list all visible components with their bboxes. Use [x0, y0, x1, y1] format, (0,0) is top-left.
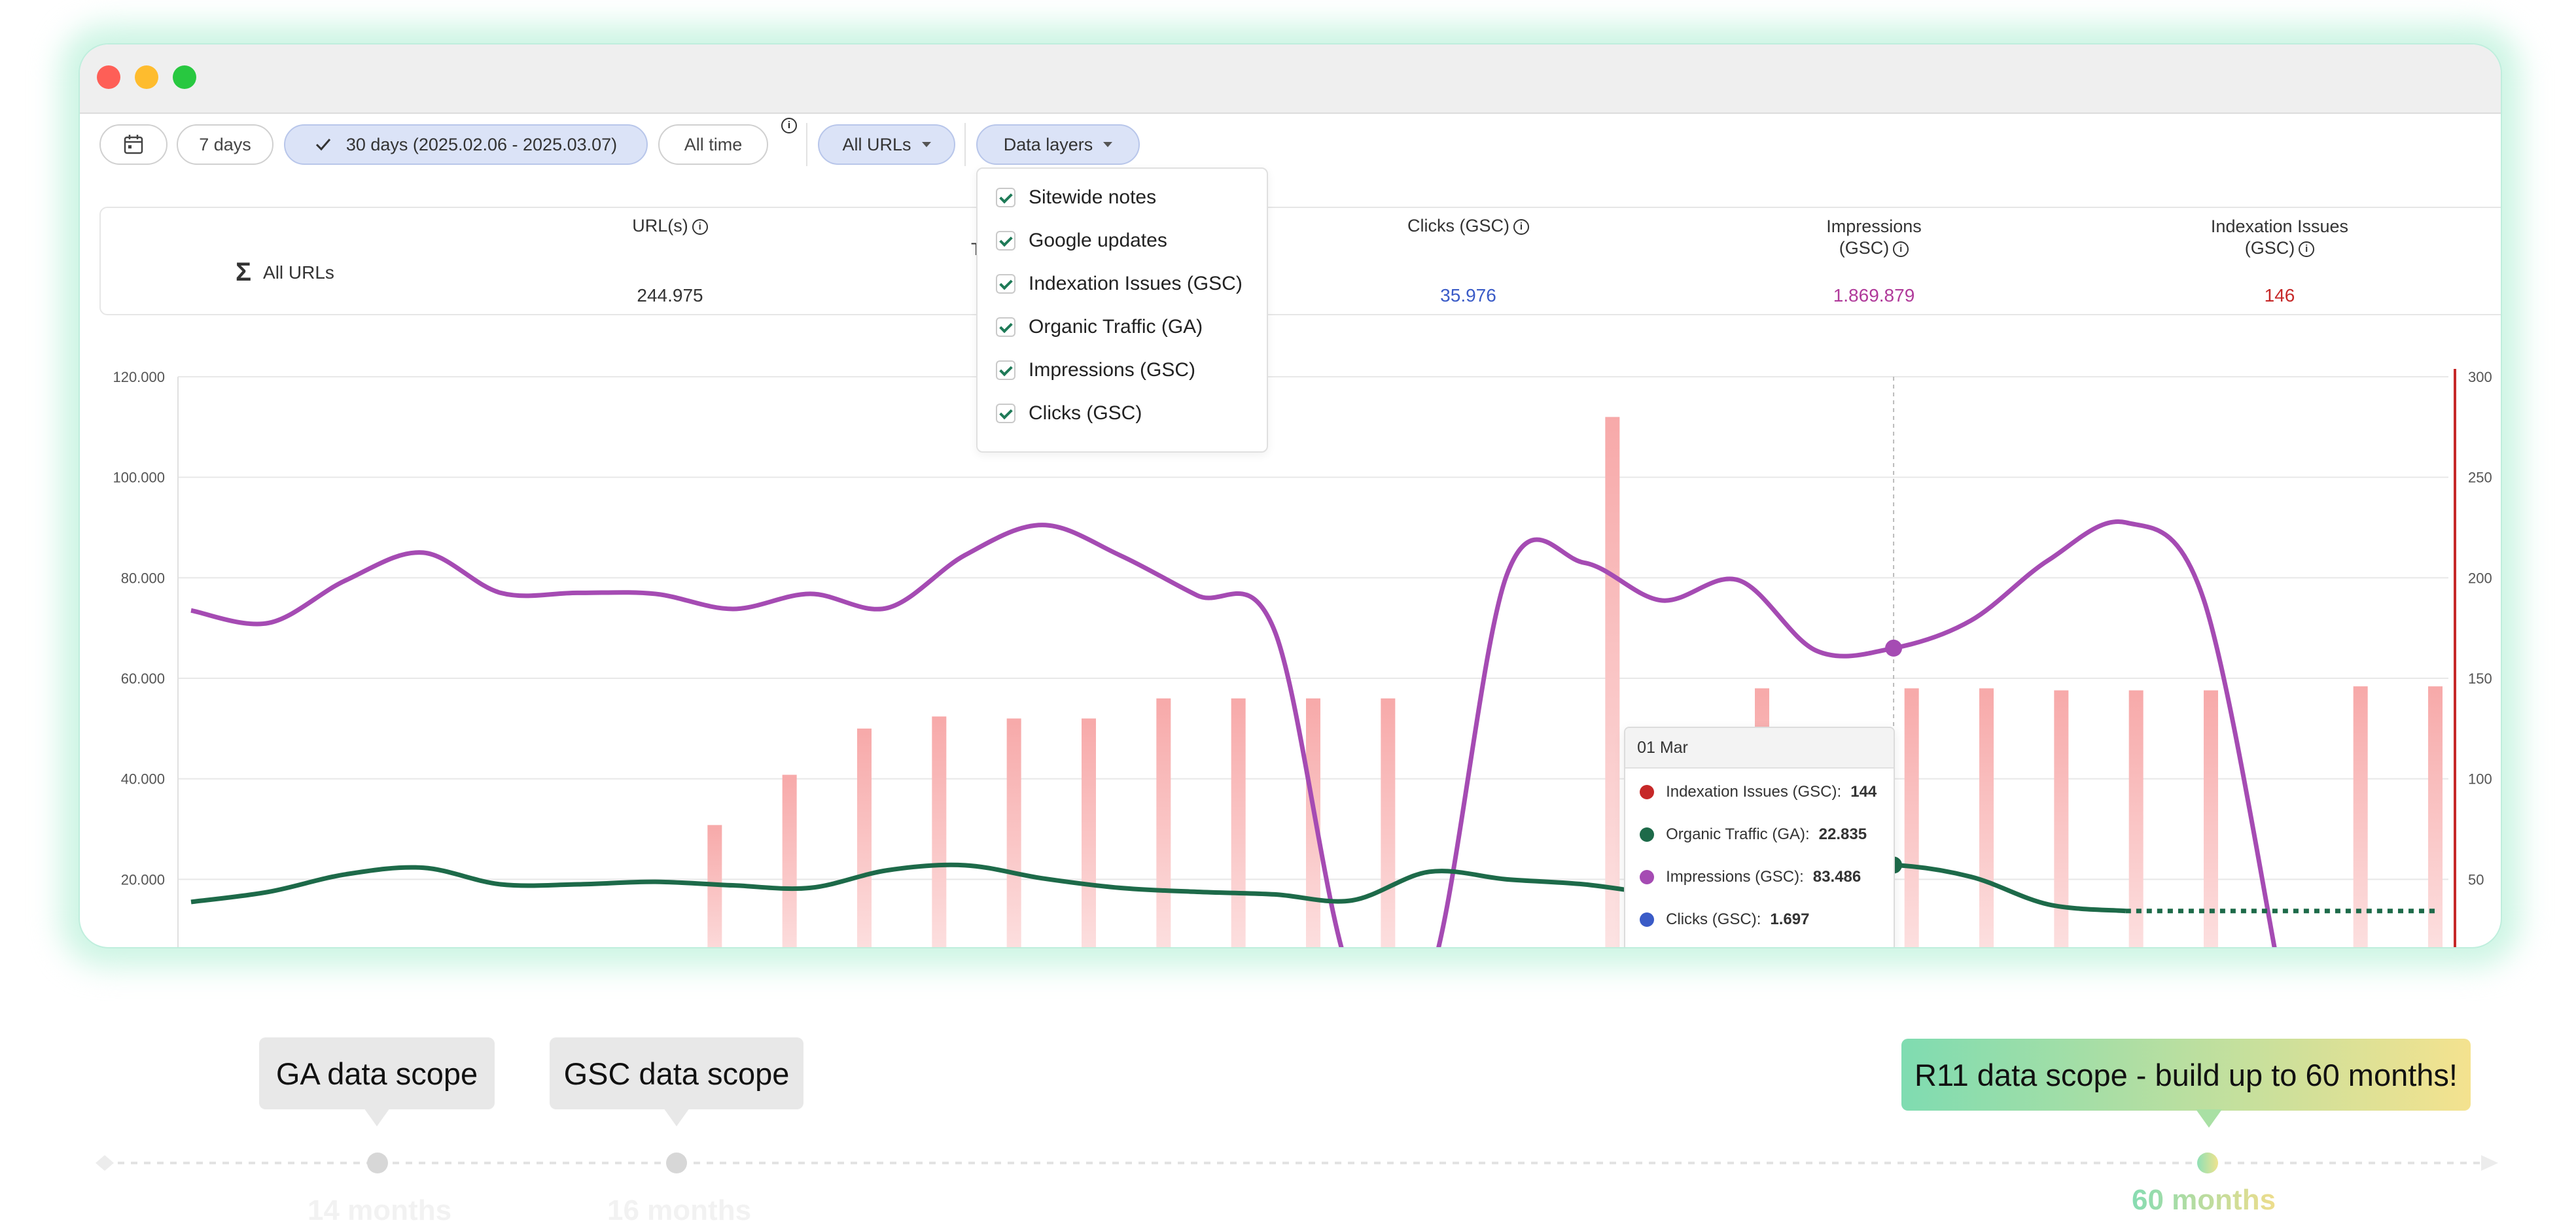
data-layers-menu: Sitewide notes Google updates Indexation…: [976, 167, 1268, 453]
tooltip-value: 144: [1850, 783, 1877, 801]
tooltip-label: Clicks (GSC):: [1666, 910, 1761, 928]
indexation-bar: [782, 774, 797, 947]
indexation-bar: [1156, 698, 1171, 947]
tooltip-row-organic: Organic Traffic (GA): 22.835: [1640, 825, 1867, 844]
indexation-bar: [1979, 688, 1994, 947]
y-axis-tick-label: 120.000: [113, 369, 165, 385]
tooltip-value: 1.697: [1770, 910, 1810, 928]
tooltip-date: 01 Mar: [1625, 728, 1894, 769]
tooltip-label: Impressions (GSC):: [1666, 868, 1804, 886]
gsc-months-label: 16 months: [607, 1194, 752, 1226]
tooltip-row-indexation: Indexation Issues (GSC): 144: [1640, 783, 1877, 801]
gsc-scope-marker: [666, 1153, 687, 1173]
indexation-bar: [857, 728, 872, 947]
chart-tooltip: 01 Mar Indexation Issues (GSC): 144 Organ…: [1624, 727, 1896, 947]
y-axis-tick-label: 80.000: [121, 570, 165, 586]
checkbox-checked-icon[interactable]: [996, 188, 1015, 207]
menu-item-label: Clicks (GSC): [1029, 402, 1142, 424]
y-axis-right-tick-label: 150: [2468, 670, 2492, 687]
indexation-bar: [2353, 686, 2368, 947]
indexation-bar: [1904, 688, 1919, 947]
tooltip-label: Organic Traffic (GA):: [1666, 825, 1810, 843]
y-axis-right-tick-label: 300: [2468, 369, 2492, 385]
menu-item-impressions[interactable]: Impressions (GSC): [996, 357, 1195, 383]
checkbox-checked-icon[interactable]: [996, 360, 1015, 380]
menu-item-google-updates[interactable]: Google updates: [996, 228, 1167, 254]
y-axis-tick-label: 60.000: [121, 670, 165, 687]
menu-item-indexation-issues[interactable]: Indexation Issues (GSC): [996, 271, 1243, 297]
indexation-bar: [1231, 698, 1246, 947]
ga-scope-marker: [367, 1153, 388, 1173]
tooltip-value: 22.835: [1818, 825, 1867, 843]
r11-months-label: 60 months: [2132, 1184, 2276, 1216]
y-axis-right-tick-label: 100: [2468, 771, 2492, 788]
gsc-scope-label: GSC data scope: [563, 1056, 790, 1091]
legend-dot-icon: [1640, 870, 1655, 884]
y-axis-tick-label: 40.000: [121, 771, 165, 788]
checkbox-checked-icon[interactable]: [996, 404, 1015, 423]
indexation-bar: [1605, 417, 1620, 947]
tooltip-row-clicks: Clicks (GSC): 1.697: [1640, 910, 1809, 929]
menu-item-label: Indexation Issues (GSC): [1029, 273, 1243, 294]
menu-item-sitewide-notes[interactable]: Sitewide notes: [996, 184, 1156, 211]
menu-item-label: Sitewide notes: [1029, 186, 1157, 208]
y-axis-right-tick-label: 50: [2468, 871, 2484, 888]
indexation-bar: [1006, 718, 1021, 947]
indexation-bar: [2204, 690, 2218, 947]
r11-scope-marker: [2197, 1153, 2218, 1173]
y-axis-tick-label: 100.000: [113, 470, 165, 486]
ga-scope-label: GA data scope: [275, 1056, 478, 1091]
y-axis-right-tick-label: 250: [2468, 470, 2492, 486]
app-window: 7 days 30 days (2025.02.06 - 2025.03.07)…: [80, 44, 2501, 947]
menu-item-organic-traffic[interactable]: Organic Traffic (GA): [996, 314, 1203, 340]
ga-scope-bubble: GA data scope: [259, 1037, 495, 1126]
impressions-hover-marker: [1885, 639, 1903, 657]
indexation-bar: [1082, 718, 1096, 947]
checkbox-checked-icon[interactable]: [996, 317, 1015, 337]
r11-scope-label: R11 data scope - build up to 60 months!: [1914, 1057, 2458, 1092]
legend-dot-icon: [1640, 785, 1655, 799]
legend-dot-icon: [1640, 912, 1655, 927]
r11-scope-bubble: R11 data scope - build up to 60 months!: [1901, 1039, 2471, 1128]
indexation-bar: [1381, 698, 1396, 947]
ga-months-label: 14 months: [308, 1194, 452, 1226]
menu-item-label: Google updates: [1029, 230, 1167, 251]
checkbox-checked-icon[interactable]: [996, 231, 1015, 251]
tooltip-row-impressions: Impressions (GSC): 83.486: [1640, 868, 1861, 886]
indexation-bar: [932, 716, 947, 947]
checkbox-checked-icon[interactable]: [996, 274, 1015, 294]
tooltip-value: 83.486: [1812, 868, 1861, 886]
menu-item-clicks[interactable]: Clicks (GSC): [996, 400, 1142, 426]
legend-dot-icon: [1640, 827, 1655, 842]
menu-item-label: Impressions (GSC): [1029, 359, 1196, 381]
tooltip-label: Indexation Issues (GSC):: [1666, 783, 1842, 801]
gsc-scope-bubble: GSC data scope: [550, 1037, 803, 1126]
menu-item-label: Organic Traffic (GA): [1029, 316, 1203, 338]
indexation-bar: [2128, 690, 2144, 947]
y-axis-tick-label: 20.000: [121, 871, 165, 888]
indexation-bar: [2428, 686, 2443, 947]
y-axis-right-tick-label: 200: [2468, 570, 2492, 586]
metrics-chart[interactable]: 120.000 100.000 80.000 60.000 40.000 20.000 30…: [80, 44, 2501, 947]
